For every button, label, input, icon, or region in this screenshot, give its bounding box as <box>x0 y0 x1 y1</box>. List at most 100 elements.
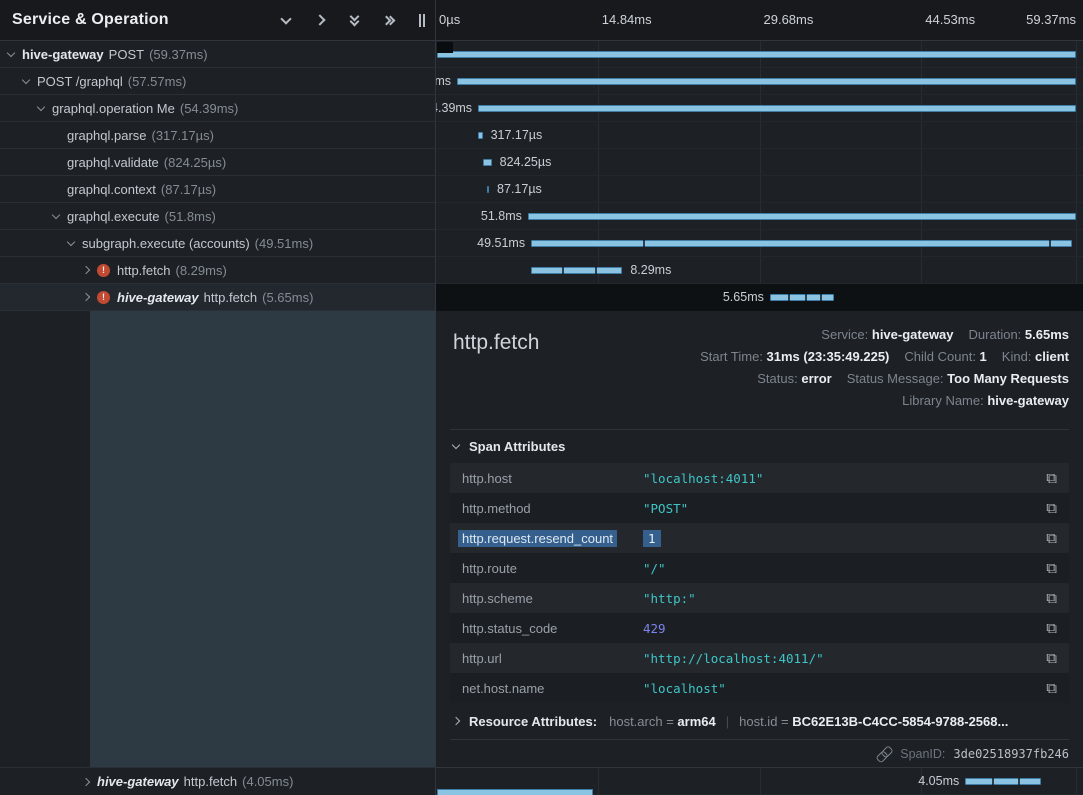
timeline-row[interactable]: 8.29ms <box>436 257 1083 284</box>
selected-span-block <box>90 311 435 767</box>
chevron-right-icon[interactable] <box>82 293 90 301</box>
tree-row-graphql.operation-Me[interactable]: graphql.operation Me(54.39ms) <box>0 95 435 122</box>
chevron-right-icon[interactable] <box>313 13 327 27</box>
meta-pair: Kind: client <box>1002 349 1069 364</box>
timeline-row[interactable] <box>436 41 1083 68</box>
double-chevron-down-icon[interactable] <box>347 13 361 27</box>
span-bar[interactable] <box>478 105 1076 112</box>
span-bar[interactable] <box>531 267 622 274</box>
attribute-value: "http:" <box>643 591 1046 606</box>
meta-pair: Status: error <box>757 371 831 386</box>
tree-row-http.fetch[interactable]: hive-gatewayhttp.fetch(4.05ms) <box>0 768 435 795</box>
span-bar[interactable] <box>437 51 1076 58</box>
attribute-key: http.route <box>462 561 643 576</box>
tree-row-POST--graphql[interactable]: POST /graphql(57.57ms) <box>0 68 435 95</box>
copy-icon[interactable]: ⧉ <box>1046 559 1057 577</box>
timeline-row[interactable]: 87.17µs <box>436 176 1083 203</box>
span-name: graphql.context <box>67 182 156 197</box>
chevron-down-icon[interactable] <box>22 76 30 84</box>
chevron-down-icon[interactable] <box>67 238 75 246</box>
span-duration: (59.37ms) <box>149 47 208 62</box>
meta-label: Kind: <box>1002 349 1035 364</box>
tree-row-graphql.validate[interactable]: graphql.validate(824.25µs) <box>0 149 435 176</box>
span-bar[interactable] <box>487 186 489 193</box>
bar-duration-label: 824.25µs <box>500 149 552 175</box>
timeline-row[interactable]: 51.8ms <box>436 203 1083 230</box>
meta-label: Duration: <box>969 327 1025 342</box>
bar-segment-divider <box>992 778 994 785</box>
tree-row-graphql.execute[interactable]: graphql.execute(51.8ms) <box>0 203 435 230</box>
attributes-table: http.host"localhost:4011"⧉http.method"PO… <box>450 463 1069 703</box>
tree-row-POST[interactable]: hive-gatewayPOST(59.37ms) <box>0 41 435 68</box>
tree-row-graphql.parse[interactable]: graphql.parse(317.17µs) <box>0 122 435 149</box>
timeline-row[interactable]: 5.65ms <box>436 284 1083 311</box>
tree-row-graphql.context[interactable]: graphql.context(87.17µs) <box>0 176 435 203</box>
span-bar[interactable] <box>457 78 1076 85</box>
corner-notch <box>437 42 453 53</box>
attribute-row: http.request.resend_count1⧉ <box>450 523 1069 553</box>
bar-duration-label: 8.29ms <box>630 257 671 283</box>
span-name: http.fetch <box>204 290 257 305</box>
copy-icon[interactable]: ⧉ <box>1046 529 1057 547</box>
bar-segment-divider <box>820 294 822 301</box>
resource-attributes-row[interactable]: Resource Attributes: host.arch = arm64|h… <box>450 703 1069 739</box>
resource-attributes-items: host.arch = arm64|host.id = BC62E13B-C4C… <box>609 714 1008 729</box>
timeline-row[interactable]: 57.57ms <box>436 68 1083 95</box>
chevron-down-icon[interactable] <box>279 13 293 27</box>
meta-label: Service: <box>821 327 872 342</box>
timeline-row[interactable]: 317.17µs <box>436 122 1083 149</box>
detail-meta-line: Library Name: hive-gateway <box>700 390 1069 412</box>
span-bar[interactable] <box>531 240 1072 247</box>
copy-icon[interactable]: ⧉ <box>1046 679 1057 697</box>
link-icon[interactable] <box>873 744 894 765</box>
bar-segment-divider <box>1018 778 1020 785</box>
meta-value: 31ms (23:35:49.225) <box>767 349 890 364</box>
axis-tick-label: 14.84ms <box>602 12 652 27</box>
timeline-row[interactable]: 824.25µs <box>436 149 1083 176</box>
span-bar[interactable] <box>483 159 492 166</box>
span-bar[interactable] <box>528 213 1076 220</box>
bar-segment-divider <box>562 267 564 274</box>
meta-pair: Status Message: Too Many Requests <box>847 371 1069 386</box>
resource-value: BC62E13B-C4CC-5854-9788-2568... <box>792 714 1008 729</box>
attribute-key: http.status_code <box>462 621 643 636</box>
double-chevron-right-icon[interactable] <box>381 13 395 27</box>
span-duration: (8.29ms) <box>175 263 226 278</box>
resource-value: arm64 <box>677 714 715 729</box>
meta-value: hive-gateway <box>987 393 1069 408</box>
span-bar[interactable] <box>770 294 834 301</box>
tree-row-http.fetch[interactable]: !hive-gatewayhttp.fetch(5.65ms) <box>0 284 435 311</box>
chevron-down-icon[interactable] <box>37 103 45 111</box>
span-bar[interactable] <box>478 132 483 139</box>
attribute-value-text: "/" <box>643 561 666 576</box>
copy-icon[interactable]: ⧉ <box>1046 589 1057 607</box>
copy-icon[interactable]: ⧉ <box>1046 469 1057 487</box>
chevron-right-icon[interactable] <box>82 266 90 274</box>
tree-row-subgraph.execute--accounts-[interactable]: subgraph.execute (accounts)(49.51ms) <box>0 230 435 257</box>
timeline-panel: 0µs14.84ms29.68ms44.53ms59.37ms 57.57ms5… <box>436 0 1083 795</box>
copy-icon[interactable]: ⧉ <box>1046 499 1057 517</box>
chevron-down-icon[interactable] <box>52 211 60 219</box>
timeline-row[interactable]: 49.51ms <box>436 230 1083 257</box>
meta-value: 1 <box>980 349 987 364</box>
meta-label: Start Time: <box>700 349 766 364</box>
bar-duration-label: 57.57ms <box>436 68 451 94</box>
bar-segment-divider <box>1049 240 1051 247</box>
attribute-key: http.request.resend_count <box>462 531 643 546</box>
timeline-row[interactable]: 54.39ms <box>436 95 1083 122</box>
span-bar[interactable] <box>965 778 1041 785</box>
attribute-value-text: "POST" <box>643 501 688 516</box>
chevron-right-icon <box>452 717 460 725</box>
panel-resize-handle[interactable] <box>419 14 425 27</box>
tree-header: Service & Operation <box>0 0 435 41</box>
tree-row-http.fetch[interactable]: !http.fetch(8.29ms) <box>0 257 435 284</box>
tree-header-icons <box>279 13 427 27</box>
chevron-right-icon[interactable] <box>82 777 90 785</box>
meta-value: error <box>801 371 831 386</box>
copy-icon[interactable]: ⧉ <box>1046 649 1057 667</box>
chevron-down-icon[interactable] <box>7 49 15 57</box>
span-attributes-header[interactable]: Span Attributes <box>450 430 1069 463</box>
copy-icon[interactable]: ⧉ <box>1046 619 1057 637</box>
bar-duration-label: 4.05ms <box>918 768 959 794</box>
chevron-down-icon <box>452 441 460 449</box>
